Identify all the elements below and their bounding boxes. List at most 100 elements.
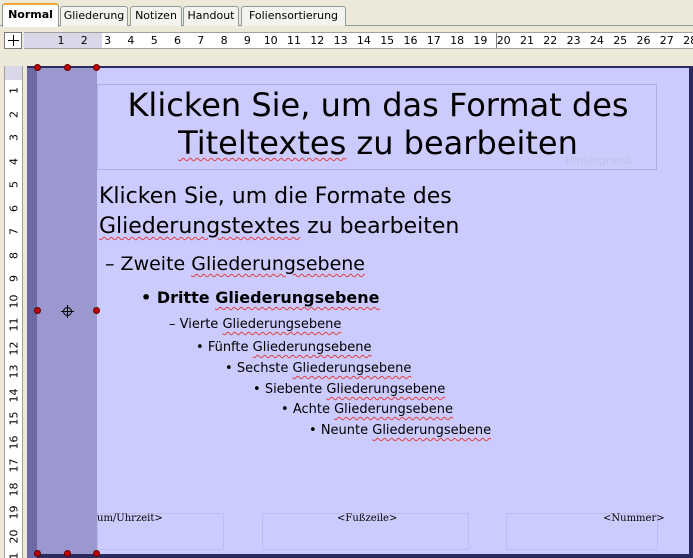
ruler-number: 7 bbox=[197, 34, 205, 47]
ruler-number: 3 bbox=[104, 34, 112, 47]
ruler-number: 1 bbox=[57, 34, 65, 47]
level-prefix: Achte bbox=[292, 402, 335, 417]
level-word: Gliederungsebene bbox=[292, 361, 412, 376]
ruler-number: 14 bbox=[7, 388, 21, 402]
ruler-number: 18 bbox=[450, 34, 465, 47]
title-line-1: Klicken Sie, um das Format des bbox=[127, 86, 629, 124]
outline-level-7[interactable]: • Siebente Gliederungsebene bbox=[253, 382, 445, 397]
ruler-number: 6 bbox=[7, 204, 21, 212]
ruler-number: 18 bbox=[7, 482, 21, 496]
level-prefix: Zweite bbox=[120, 253, 192, 275]
ruler-number: 3 bbox=[7, 134, 21, 141]
bullet: • bbox=[225, 361, 233, 376]
ruler-number: 8 bbox=[7, 251, 21, 259]
ruler-number: 23 bbox=[566, 34, 581, 47]
level-prefix: Dritte bbox=[156, 288, 216, 307]
rotation-pivot-icon[interactable] bbox=[61, 305, 74, 318]
outline-line-2-rest: zu bearbeiten bbox=[300, 214, 460, 239]
date-field-label: um/Uhrzeit> bbox=[97, 513, 163, 524]
level-prefix: Siebente bbox=[264, 382, 327, 397]
ruler-number: 4 bbox=[7, 157, 21, 165]
bullet: • bbox=[281, 402, 289, 417]
ruler-number: 28 bbox=[683, 34, 693, 47]
level-prefix: Fünfte bbox=[207, 340, 253, 355]
tab-gliederung[interactable]: Gliederung bbox=[60, 6, 128, 26]
outline-level-2[interactable]: – Zweite Gliederungsebene bbox=[105, 253, 365, 275]
ruler-number: 16 bbox=[403, 34, 418, 47]
ruler-number: 12 bbox=[310, 34, 325, 47]
ruler-number: 27 bbox=[659, 34, 674, 47]
impress-window: Normal Gliederung Notizen Handout Folien… bbox=[0, 0, 693, 558]
outline-level-1[interactable]: Klicken Sie, um die Formate des Gliederu… bbox=[99, 182, 659, 242]
ruler-number: 5 bbox=[7, 181, 21, 188]
level-word: Gliederungsebene bbox=[372, 423, 492, 438]
selection-handle-bottom[interactable] bbox=[64, 550, 71, 557]
level-prefix: Sechste bbox=[236, 361, 293, 376]
vruler-margin-top bbox=[5, 66, 22, 80]
outline-level-3[interactable]: • Dritte Gliederungsebene bbox=[141, 288, 380, 307]
ruler-number: 15 bbox=[7, 411, 21, 426]
ruler-number: 11 bbox=[287, 34, 301, 47]
level-word: Gliederungsebene bbox=[191, 253, 365, 275]
selection-handle-top-right[interactable] bbox=[93, 64, 100, 71]
level-word: Gliederungsebene bbox=[326, 382, 446, 397]
footer-field-label: <Fußzeile> bbox=[337, 513, 398, 524]
ruler-number: 9 bbox=[243, 34, 251, 47]
level-word: Gliederungsebene bbox=[215, 288, 380, 307]
outline-level-4[interactable]: – Vierte Gliederungsebene bbox=[169, 317, 341, 332]
level-word: Gliederungsebene bbox=[252, 340, 372, 355]
title-ghost-text: Hintergrund bbox=[565, 154, 632, 167]
bullet: • bbox=[196, 340, 204, 355]
ruler-number: 6 bbox=[174, 34, 181, 47]
ruler-number: 9 bbox=[7, 275, 21, 282]
level-word: Gliederungsebene bbox=[222, 317, 342, 332]
tab-foliensortierung[interactable]: Foliensortierung bbox=[241, 6, 346, 26]
ruler-number: 10 bbox=[263, 34, 278, 47]
bullet: • bbox=[309, 423, 317, 438]
vertical-ruler[interactable]: 123456789101112131415161718192021 bbox=[4, 66, 23, 558]
level-prefix: Neunte bbox=[320, 423, 373, 438]
ruler-number: 21 bbox=[520, 34, 534, 47]
ruler-number: 1 bbox=[7, 87, 21, 94]
title-placeholder-text[interactable]: Klicken Sie, um das Format des Titeltext… bbox=[100, 86, 656, 162]
tab-normal[interactable]: Normal bbox=[2, 3, 59, 27]
ruler-number: 22 bbox=[543, 34, 558, 47]
ruler-number: 8 bbox=[220, 34, 228, 47]
ruler-number: 17 bbox=[426, 34, 441, 47]
ruler-number: 17 bbox=[7, 458, 21, 473]
bullet: • bbox=[141, 288, 152, 307]
horizontal-ruler[interactable]: 1 2 3 4 5 6 7 8 9 10 11 12 13 14 15 16 17 18 19 20 21 22 23 24 2… bbox=[24, 32, 693, 49]
ruler-number: 12 bbox=[7, 341, 21, 355]
outline-level-5[interactable]: • Fünfte Gliederungsebene bbox=[196, 340, 372, 355]
ruler-number: 2 bbox=[80, 34, 88, 47]
selection-handle-bottom-left[interactable] bbox=[34, 550, 41, 557]
ruler-number: 15 bbox=[380, 34, 395, 47]
ruler-number: 20 bbox=[7, 529, 21, 543]
selection-handle-left[interactable] bbox=[34, 307, 41, 314]
ruler-number: 13 bbox=[333, 34, 348, 47]
ruler-number: 2 bbox=[7, 110, 21, 118]
level-word: Gliederungsebene bbox=[334, 402, 453, 417]
outline-level-8[interactable]: • Achte Gliederungsebene bbox=[281, 402, 453, 417]
tab-handout[interactable]: Handout bbox=[183, 6, 239, 26]
ruler-number: 21 bbox=[8, 553, 21, 558]
outline-line-1: Klicken Sie, um die Formate des bbox=[99, 184, 452, 209]
title-misspelled-word: Titeltextes bbox=[178, 124, 347, 162]
ruler-number: 5 bbox=[150, 34, 158, 47]
selection-handle-top-left[interactable] bbox=[34, 64, 41, 71]
ruler-number: 26 bbox=[636, 34, 651, 47]
title-line-2-rest: zu bearbeiten bbox=[346, 124, 578, 162]
selection-handle-right[interactable] bbox=[93, 307, 100, 314]
tab-notizen[interactable]: Notizen bbox=[130, 6, 182, 26]
ruler-number: 14 bbox=[356, 34, 371, 47]
outline-level-9[interactable]: • Neunte Gliederungsebene bbox=[309, 423, 491, 438]
selection-handle-bottom-right[interactable] bbox=[93, 550, 100, 557]
outline-misspelled-word: Gliederungstextes bbox=[99, 214, 301, 239]
bullet: – bbox=[105, 253, 115, 275]
tab-stop-selector[interactable] bbox=[4, 32, 22, 49]
view-tabbar: Normal Gliederung Notizen Handout Folien… bbox=[0, 0, 693, 27]
ruler-number: 19 bbox=[7, 505, 21, 520]
outline-level-6[interactable]: • Sechste Gliederungsebene bbox=[225, 361, 411, 376]
selection-handle-top[interactable] bbox=[64, 64, 71, 71]
level-prefix: Vierte bbox=[179, 317, 223, 332]
